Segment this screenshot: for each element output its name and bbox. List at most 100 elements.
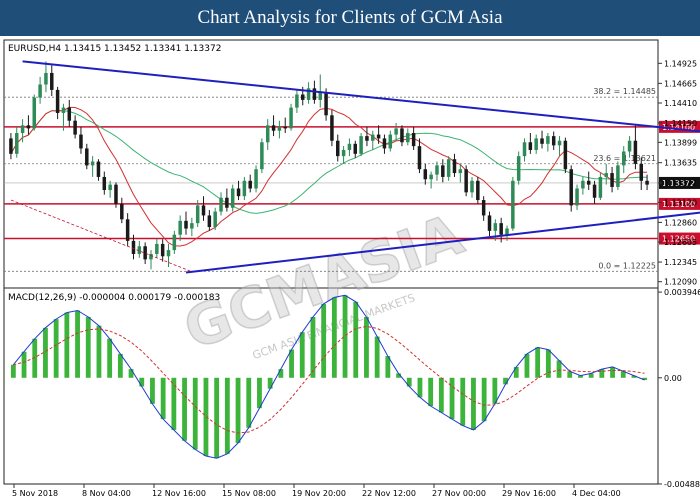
candle-body — [394, 128, 398, 135]
candle-body — [528, 142, 533, 150]
macd-histogram-bar — [278, 369, 284, 378]
candle-body — [277, 126, 282, 131]
candle-body — [178, 220, 182, 235]
chart-info-label: EURUSD,H4 1.13415 1.13452 1.13341 1.1337… — [8, 44, 221, 54]
candle-body — [376, 134, 381, 139]
macd-histogram-bar — [364, 316, 369, 378]
candle-body — [289, 107, 293, 129]
macd-histogram-bar — [353, 301, 359, 378]
macd-histogram-bar — [214, 377, 220, 459]
candle-body — [563, 140, 568, 170]
candle-body — [429, 174, 433, 180]
candle-body — [499, 223, 503, 235]
candle-body — [155, 243, 159, 254]
candle-body — [55, 89, 60, 113]
macd-histogram-bar — [374, 336, 380, 378]
candle-body — [365, 136, 369, 141]
macd-histogram-bar — [182, 377, 187, 441]
macd-tick-label: -0.004888 — [664, 480, 700, 489]
candle-body — [400, 128, 404, 143]
candle-body — [172, 234, 177, 251]
candle-body — [464, 169, 468, 193]
macd-histogram-bar — [513, 366, 519, 378]
candle-body — [446, 159, 451, 177]
candle-body — [242, 180, 247, 197]
candle-body — [102, 176, 107, 191]
time-tick-label: 5 Nov 2018 — [12, 489, 58, 498]
time-tick-label: 4 Dec 04:00 — [572, 489, 621, 498]
macd-histogram-bar — [481, 377, 487, 422]
price-tick-label: 1.13120 — [664, 198, 697, 207]
candle-body — [265, 125, 270, 143]
candle-body — [300, 94, 305, 100]
price-tick-label: 1.12345 — [664, 258, 697, 267]
candle-body — [353, 143, 358, 154]
candle-body — [108, 184, 112, 191]
candle-body — [406, 133, 410, 143]
fib-level-label: 38.2 = 1.14485 — [593, 87, 656, 96]
candle-body — [452, 159, 457, 174]
macd-histogram-bar — [224, 377, 230, 454]
candle-body — [371, 134, 375, 141]
candle-body — [120, 203, 124, 220]
candle-body — [487, 215, 492, 231]
candle-body — [441, 165, 445, 177]
macd-histogram-bar — [53, 319, 59, 378]
macd-histogram-bar — [96, 325, 102, 378]
candle-body — [417, 146, 422, 170]
time-tick-label: 27 Nov 00:00 — [432, 489, 486, 498]
macd-tick-label: 0.00 — [664, 374, 682, 383]
price-tick-label: 1.14925 — [664, 59, 697, 68]
candle-body — [50, 72, 54, 90]
macd-histogram-bar — [107, 338, 113, 378]
time-tick-label: 19 Nov 20:00 — [292, 489, 346, 498]
candle-body — [166, 250, 171, 257]
candle-body — [347, 143, 352, 150]
candle-body — [79, 134, 83, 149]
macd-histogram-bar — [417, 377, 423, 398]
price-tick-label: 1.12090 — [664, 278, 697, 287]
candle-body — [598, 176, 603, 198]
time-tick-label: 15 Nov 08:00 — [222, 489, 276, 498]
candle-body — [324, 92, 328, 116]
candle-body — [359, 136, 363, 154]
candle-body — [534, 138, 538, 150]
price-tick-label: 1.13372 — [664, 179, 697, 188]
macd-histogram-bar — [449, 377, 455, 420]
candle-body — [149, 253, 153, 260]
candle-body — [312, 88, 317, 100]
candle-body — [143, 246, 147, 260]
macd-histogram-bar — [438, 377, 444, 413]
candle-body — [423, 169, 428, 180]
candle-body — [61, 107, 66, 113]
candle-body — [114, 184, 118, 204]
macd-tick-label: 0.003946 — [664, 288, 700, 297]
candle-body — [639, 163, 643, 181]
candle-body — [160, 243, 165, 257]
macd-histogram-bar — [139, 377, 145, 387]
candle-body — [230, 188, 235, 208]
macd-histogram-bar — [460, 377, 466, 426]
macd-histogram-bar — [471, 377, 476, 430]
macd-histogram-bar — [85, 316, 91, 378]
candle-body — [551, 136, 556, 146]
candle-body — [575, 188, 579, 206]
macd-histogram-bar — [10, 364, 16, 378]
candle-body — [511, 180, 515, 229]
macd-histogram-bar — [246, 377, 252, 428]
candle-body — [195, 205, 200, 224]
candle-body — [493, 223, 498, 231]
candle-body — [411, 133, 416, 147]
macd-histogram-bar — [150, 377, 155, 404]
macd-histogram-bar — [299, 332, 305, 378]
candle-body — [213, 211, 217, 227]
candle-body — [627, 140, 632, 152]
candle-body — [260, 142, 264, 170]
candle-body — [546, 136, 550, 144]
candle-body — [190, 223, 194, 229]
candle-body — [581, 180, 585, 189]
candle-body — [9, 138, 13, 154]
time-tick-label: 12 Nov 16:00 — [152, 489, 206, 498]
macd-histogram-bar — [535, 347, 541, 378]
time-tick-label: 29 Nov 16:00 — [502, 489, 556, 498]
